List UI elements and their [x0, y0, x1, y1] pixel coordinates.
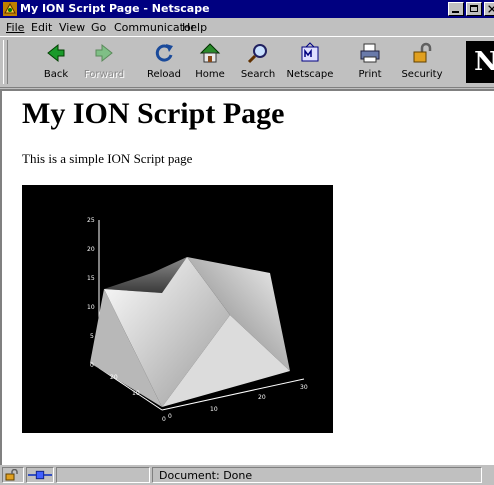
page-content: My ION Script Page This is a simple ION … [0, 89, 494, 465]
right-axis-tick-label: 30 [300, 384, 308, 391]
security-button[interactable]: Security [394, 41, 450, 85]
resize-grip[interactable] [484, 467, 494, 483]
netscape-app-icon [3, 2, 17, 16]
netscape-logo[interactable]: N [466, 41, 494, 83]
reload-icon [155, 44, 173, 62]
security-status-cell[interactable] [2, 467, 24, 483]
security-label: Security [401, 69, 443, 80]
toolbar-grip[interactable] [3, 40, 8, 84]
z-tick-label: 20 [87, 246, 95, 253]
page-title: My ION Script Page [22, 97, 285, 130]
print-label: Print [358, 69, 382, 80]
left-axis-tick-label: 0 [168, 413, 172, 420]
back-arrow-icon [47, 43, 65, 63]
search-label: Search [240, 69, 276, 80]
right-axis-tick-label: 0 [162, 416, 166, 423]
netscape-button[interactable]: Netscape [282, 41, 338, 85]
surface-plot-svg: 25 20 15 10 5 0 0 10 20 0 10 20 30 [87, 217, 308, 423]
menu-file[interactable]: File [6, 21, 24, 34]
z-tick-label: 10 [87, 304, 95, 311]
security-lock-icon [413, 42, 432, 63]
print-icon [360, 43, 380, 63]
menu-go[interactable]: Go [91, 21, 106, 34]
netscape-label: Netscape [286, 69, 334, 80]
home-icon [199, 43, 221, 63]
window-titlebar[interactable]: My ION Script Page - Netscape [0, 0, 494, 18]
status-bar: Document: Done [0, 465, 494, 485]
search-icon [247, 44, 267, 64]
window-title: My ION Script Page - Netscape [20, 2, 210, 15]
connection-status-cell[interactable] [26, 467, 54, 483]
close-button[interactable] [484, 2, 494, 16]
left-axis-tick-label: 20 [110, 374, 118, 381]
z-tick-label: 15 [87, 275, 95, 282]
right-axis-tick-label: 20 [258, 394, 266, 401]
status-text-cell: Document: Done [152, 467, 482, 483]
menu-help[interactable]: Help [182, 21, 207, 34]
maximize-button[interactable] [466, 2, 482, 16]
progress-cell [56, 467, 150, 483]
page-paragraph: This is a simple ION Script page [22, 151, 193, 166]
forward-button[interactable]: Forward [76, 41, 132, 85]
menu-bar: File Edit View Go Communicator Help [0, 18, 494, 36]
menu-edit[interactable]: Edit [31, 21, 52, 34]
maximize-icon [470, 5, 478, 12]
menu-view[interactable]: View [59, 21, 85, 34]
forward-label: Forward [83, 69, 125, 80]
forward-arrow-icon [95, 43, 113, 63]
z-tick-label: 5 [90, 333, 94, 340]
navigation-toolbar: Back Forward Reload Home Search Netscape… [0, 36, 494, 88]
minimize-button[interactable] [448, 2, 464, 16]
z-tick-label: 25 [87, 217, 95, 224]
security-status-icon [5, 469, 18, 481]
status-text: Document: Done [159, 469, 253, 482]
print-button[interactable]: Print [342, 41, 398, 85]
left-axis-tick-label: 10 [132, 390, 140, 397]
surface-plot-image: 25 20 15 10 5 0 0 10 20 0 10 20 30 [22, 185, 333, 433]
search-button[interactable]: Search [230, 41, 286, 85]
right-axis-tick-label: 10 [210, 406, 218, 413]
minimize-icon [452, 11, 459, 13]
z-tick-label: 0 [90, 362, 94, 369]
close-icon [488, 5, 494, 13]
netscape-icon [301, 42, 319, 62]
connection-icon [28, 470, 52, 480]
